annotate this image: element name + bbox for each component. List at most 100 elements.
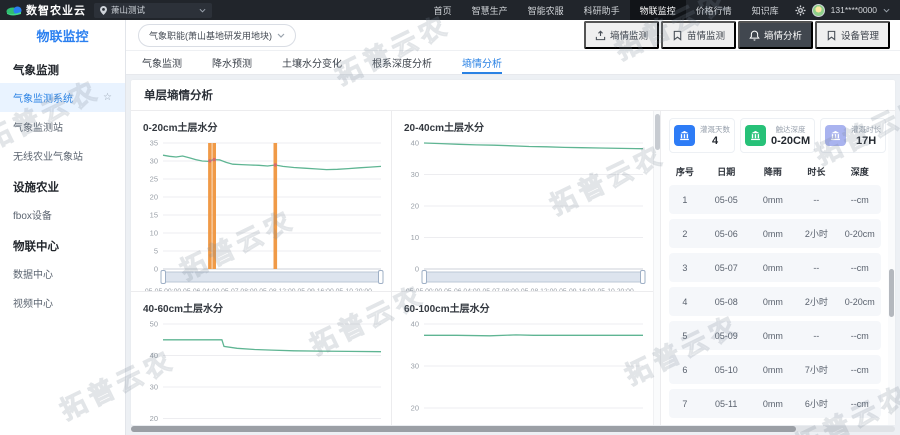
table-cell: 6小时 [794,397,839,410]
chart-panel[interactable]: 20-40cm土层水分01020304005-05 00:0005-06 04:… [392,111,653,292]
top-nav-item[interactable]: 价格行情 [686,0,742,20]
top-nav-item[interactable]: 物联监控 [630,0,686,20]
table-row[interactable]: 105-050mm----cm [669,185,881,214]
table-row[interactable]: 405-080mm2小时0-20cm [669,287,881,316]
table-cell: --cm [839,365,881,375]
table-cell: 0mm [752,331,794,341]
gear-icon[interactable] [795,5,806,16]
table-cell: 0mm [752,229,794,239]
action-label: 墒情监测 [610,28,648,42]
table-row[interactable]: 605-100mm7小时--cm [669,355,881,384]
tab-item[interactable]: 气象监测 [142,51,182,74]
panel-scrollbar[interactable] [888,111,895,425]
toolbar-actions: 墒情监测苗情监测墒情分析设备管理 [584,21,890,49]
action-current[interactable]: 墒情分析 [738,21,813,49]
station-select-value: 气象职能(萧山基地研发用地块) [149,29,272,42]
sidebar-item[interactable]: 数据中心 [0,259,125,288]
stat-value: 0-20CM [771,135,810,147]
tab-item[interactable]: 根系深度分析 [372,51,432,74]
table-cell: 0-20cm [839,229,881,239]
star-icon[interactable]: ☆ [103,92,112,103]
stat-text: 灌溉天数4 [700,124,730,147]
user-phone[interactable]: 131****0000 [831,5,877,15]
bank-columns-icon [745,125,766,146]
irrigation-table: 序号日期降雨时长深度105-050mm----cm205-060mm2小时0-2… [669,161,881,418]
action-button[interactable]: 设备管理 [815,21,890,49]
top-nav-item[interactable]: 科研助手 [574,0,630,20]
svg-text:5: 5 [154,247,158,256]
action-button[interactable]: 苗情监测 [661,21,736,49]
top-nav-item[interactable]: 首页 [424,0,462,20]
svg-text:30: 30 [411,170,419,179]
stat-text: 灌溉时长17H [851,124,881,147]
svg-text:25: 25 [150,175,158,184]
top-nav-item[interactable]: 知识库 [742,0,789,20]
stat-label: 灌溉时长 [851,124,881,135]
sidebar-item[interactable]: 无线农业气象站 [0,141,125,170]
location-select[interactable]: 萧山测试 [94,3,212,18]
sidebar-item[interactable]: 气象监测系统☆ [0,83,125,112]
svg-text:10: 10 [150,229,158,238]
app-title: 数智农业云 [26,2,86,18]
table-cell: 1 [669,195,701,205]
app-window: 数智农业云 萧山测试 首页智慧生产智能农服科研助手物联监控价格行情知识库 [0,0,900,435]
tab-active[interactable]: 墒情分析 [462,51,502,74]
charts-scrollbar[interactable] [653,111,660,425]
chart-title: 60-100cm土层水分 [392,292,653,317]
stat-cards: 灌溉天数4 触达深度0-20CM 灌溉时长17H [669,118,881,153]
column-header: 时长 [794,165,839,178]
svg-text:30: 30 [411,362,419,371]
chart-panel[interactable]: 60-100cm土层水分1020304005-05 00:0005-06 04:… [392,292,653,425]
sidebar-item-label: 气象监测站 [13,119,63,134]
action-button[interactable]: 墒情监测 [584,21,659,49]
table-cell: 4 [669,297,701,307]
soil-moisture-chart: 01020304005-05 00:0005-06 04:0005-07 08:… [392,136,653,292]
chart-title: 40-60cm土层水分 [131,292,391,317]
sidebar-title: 物联监控 [0,20,125,53]
column-header: 降雨 [752,165,794,178]
svg-text:20: 20 [150,414,158,423]
upload-icon [595,30,606,41]
table-row[interactable]: 205-060mm2小时0-20cm [669,219,881,248]
chevron-down-icon[interactable] [883,8,890,13]
top-nav-item[interactable]: 智慧生产 [462,0,518,20]
top-bar: 数智农业云 萧山测试 首页智慧生产智能农服科研助手物联监控价格行情知识库 [0,0,900,20]
chart-title: 20-40cm土层水分 [392,111,653,136]
svg-text:20: 20 [150,193,158,202]
tab-item[interactable]: 降水预测 [212,51,252,74]
top-nav-item[interactable]: 智能农服 [518,0,574,20]
table-cell: --cm [839,263,881,273]
svg-text:40: 40 [411,139,419,148]
horizontal-scrollbar[interactable] [131,426,895,432]
sidebar-item[interactable]: 视频中心 [0,288,125,317]
svg-text:15: 15 [150,211,158,220]
stat-label: 触达深度 [771,124,810,135]
table-cell: 2小时 [794,227,839,240]
stat-value: 4 [700,135,730,147]
logo-icon [6,5,22,16]
sidebar-group-label: 气象监测 [0,53,125,83]
sidebar-item-label: fbox设备 [13,207,52,222]
table-cell: 2 [669,229,701,239]
sidebar-item-label: 数据中心 [13,266,53,281]
chart-panel[interactable]: 40-60cm土层水分102030405005-05 00:0005-06 04… [131,292,392,425]
table-cell: 7小时 [794,363,839,376]
tab-item[interactable]: 土壤水分变化 [282,51,342,74]
table-row[interactable]: 305-070mm----cm [669,253,881,282]
table-row[interactable]: 705-110mm6小时--cm [669,389,881,418]
station-select[interactable]: 气象职能(萧山基地研发用地块) [138,24,296,47]
svg-text:20: 20 [411,404,419,413]
sidebar: 物联监控 气象监测气象监测系统☆气象监测站无线农业气象站设施农业fbox设备物联… [0,20,126,435]
sidebar-item[interactable]: 气象监测站 [0,112,125,141]
table-cell: -- [794,331,839,341]
logo: 数智农业云 [0,2,94,18]
svg-text:30: 30 [150,383,158,392]
sidebar-item[interactable]: fbox设备 [0,200,125,229]
top-nav: 首页智慧生产智能农服科研助手物联监控价格行情知识库 [424,0,789,20]
svg-text:40: 40 [411,320,419,329]
avatar[interactable] [812,4,825,17]
chart-panel[interactable]: 0-20cm土层水分0510152025303505-05 00:0005-06… [131,111,392,292]
table-row[interactable]: 505-090mm----cm [669,321,881,350]
location-pin-icon [100,6,107,15]
table-cell: --cm [839,399,881,409]
